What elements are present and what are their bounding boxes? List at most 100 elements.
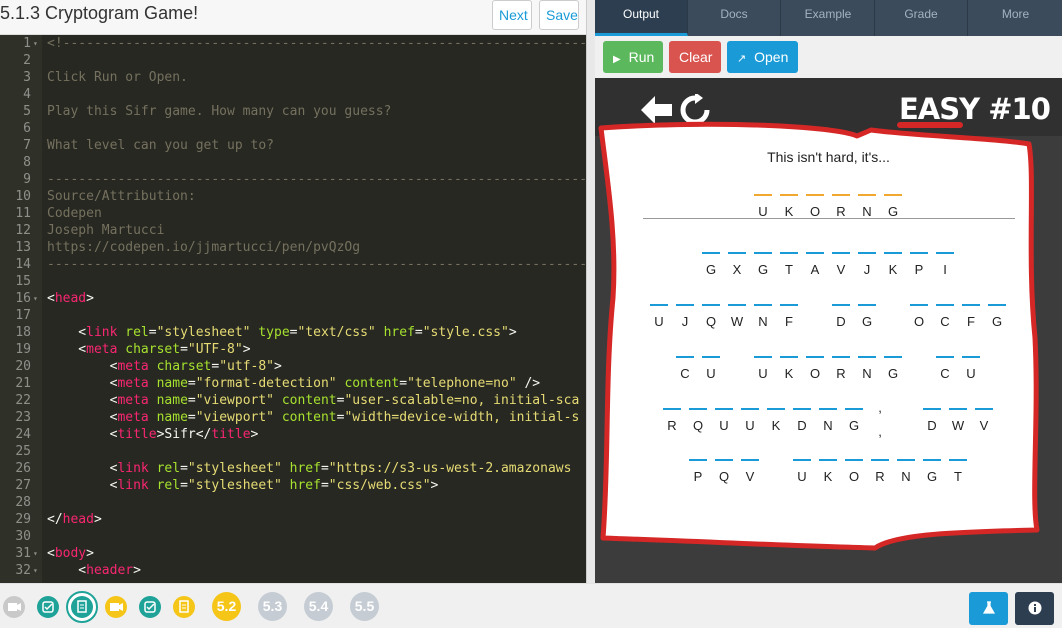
lesson-5-2[interactable]: 5.2 xyxy=(212,592,241,621)
letter-cell[interactable]: G xyxy=(884,356,902,386)
code-line[interactable]: 26 <link rel="stylesheet" href="https://… xyxy=(0,460,586,477)
guess-slot[interactable] xyxy=(949,459,967,461)
letter-cell[interactable]: T xyxy=(949,459,967,489)
guess-slot[interactable] xyxy=(676,304,694,306)
letter-cell[interactable]: R xyxy=(832,194,850,224)
video-icon[interactable] xyxy=(3,596,25,618)
code-line[interactable]: 5 Play this Sifr game. How many can you g… xyxy=(0,103,586,120)
code-line[interactable]: 20 <meta charset="utf-8"> xyxy=(0,358,586,375)
tab-grade[interactable]: Grade xyxy=(875,0,968,36)
guess-slot[interactable] xyxy=(858,356,876,358)
letter-cell[interactable]: G xyxy=(845,408,863,438)
guess-slot[interactable] xyxy=(780,194,798,196)
letter-cell[interactable]: N xyxy=(858,356,876,386)
letter-cell[interactable]: K xyxy=(780,194,798,224)
tab-docs[interactable]: Docs xyxy=(688,0,781,36)
code-line[interactable]: 12 Joseph Martucci xyxy=(0,222,586,239)
code-line[interactable]: 11 Codepen xyxy=(0,205,586,222)
fold-arrow-icon[interactable]: ▾ xyxy=(33,290,38,307)
guess-slot[interactable] xyxy=(910,252,928,254)
code-line[interactable]: 13 https://codepen.io/jjmartucci/pen/pvQz… xyxy=(0,239,586,256)
letter-cell[interactable]: U xyxy=(715,408,733,438)
code-line[interactable]: 1 ▾ <!------------------------------------… xyxy=(0,35,586,52)
guess-slot[interactable] xyxy=(845,459,863,461)
guess-slot[interactable] xyxy=(715,459,733,461)
guess-slot[interactable] xyxy=(689,408,707,410)
guess-slot[interactable] xyxy=(923,459,941,461)
guess-slot[interactable] xyxy=(806,356,824,358)
fold-arrow-icon[interactable]: ▾ xyxy=(33,562,38,579)
letter-cell[interactable]: D xyxy=(923,408,941,438)
guess-slot[interactable] xyxy=(702,252,720,254)
letter-cell[interactable]: P xyxy=(689,459,707,489)
guess-slot[interactable] xyxy=(754,304,772,306)
guess-slot[interactable] xyxy=(884,252,902,254)
letter-cell[interactable]: U xyxy=(754,194,772,224)
letter-cell[interactable]: G xyxy=(858,304,876,334)
guess-slot[interactable] xyxy=(819,459,837,461)
code-editor[interactable]: 1 ▾ <!------------------------------------… xyxy=(0,35,586,583)
letter-cell[interactable]: U xyxy=(741,408,759,438)
guess-slot[interactable] xyxy=(832,252,850,254)
guess-slot[interactable] xyxy=(650,304,668,306)
letter-cell[interactable]: U xyxy=(793,459,811,489)
code-line[interactable]: 29 </head> xyxy=(0,511,586,528)
letter-cell[interactable]: R xyxy=(871,459,889,489)
code-line[interactable]: 8 xyxy=(0,154,586,171)
current-item-ring[interactable] xyxy=(66,591,98,623)
code-line[interactable]: 27 <link rel="stylesheet" href="css/web.… xyxy=(0,477,586,494)
letter-cell[interactable]: G xyxy=(884,194,902,224)
letter-cell[interactable]: Q xyxy=(689,408,707,438)
code-line[interactable]: 6 xyxy=(0,120,586,137)
code-line[interactable]: 3 Click Run or Open. xyxy=(0,69,586,86)
info-button[interactable] xyxy=(1015,592,1054,625)
guess-slot[interactable] xyxy=(702,304,720,306)
code-line[interactable]: 31 ▾ <body> xyxy=(0,545,586,562)
letter-cell[interactable]: F xyxy=(780,304,798,334)
run-button[interactable]: ▶ Run xyxy=(603,41,663,73)
letter-cell[interactable]: X xyxy=(728,252,746,282)
code-line[interactable]: 14 --------------------------------------… xyxy=(0,256,586,273)
code-line[interactable]: 22 <meta name="viewport" content="user-s… xyxy=(0,392,586,409)
lesson-5-4[interactable]: 5.4 xyxy=(304,592,333,621)
guess-slot[interactable] xyxy=(832,194,850,196)
letter-cell[interactable]: C xyxy=(936,304,954,334)
guess-slot[interactable] xyxy=(741,459,759,461)
letter-cell[interactable]: G xyxy=(754,252,772,282)
document-icon[interactable] xyxy=(173,596,195,618)
guess-slot[interactable] xyxy=(806,194,824,196)
letter-cell[interactable]: V xyxy=(741,459,759,489)
guess-slot[interactable] xyxy=(754,252,772,254)
letter-cell[interactable]: I xyxy=(936,252,954,282)
letter-cell[interactable]: A xyxy=(806,252,824,282)
code-line[interactable]: 30 xyxy=(0,528,586,545)
code-line[interactable]: 18 <link rel="stylesheet" type="text/css… xyxy=(0,324,586,341)
letter-cell[interactable]: K xyxy=(884,252,902,282)
letter-cell[interactable]: Q xyxy=(702,304,720,334)
letter-cell[interactable]: D xyxy=(793,408,811,438)
panel-splitter[interactable] xyxy=(586,0,595,583)
letter-cell[interactable]: T xyxy=(780,252,798,282)
guess-slot[interactable] xyxy=(897,459,915,461)
letter-cell[interactable]: G xyxy=(988,304,1006,334)
lesson-5-5[interactable]: 5.5 xyxy=(350,592,379,621)
letter-cell[interactable]: F xyxy=(962,304,980,334)
guess-slot[interactable] xyxy=(728,252,746,254)
guess-slot[interactable] xyxy=(728,304,746,306)
code-line[interactable]: 15 xyxy=(0,273,586,290)
letter-cell[interactable]: N xyxy=(858,194,876,224)
clear-button[interactable]: Clear xyxy=(669,41,721,73)
code-line[interactable]: 16 ▾ <head> xyxy=(0,290,586,307)
letter-cell[interactable]: K xyxy=(780,356,798,386)
letter-cell[interactable]: O xyxy=(806,194,824,224)
guess-slot[interactable] xyxy=(884,194,902,196)
letter-cell[interactable]: U xyxy=(962,356,980,386)
guess-slot[interactable] xyxy=(793,459,811,461)
guess-slot[interactable] xyxy=(884,356,902,358)
guess-slot[interactable] xyxy=(741,408,759,410)
next-button[interactable]: Next xyxy=(492,0,532,30)
guess-slot[interactable] xyxy=(936,252,954,254)
letter-cell[interactable]: C xyxy=(676,356,694,386)
letter-cell[interactable]: N xyxy=(897,459,915,489)
letter-cell[interactable]: U xyxy=(754,356,772,386)
